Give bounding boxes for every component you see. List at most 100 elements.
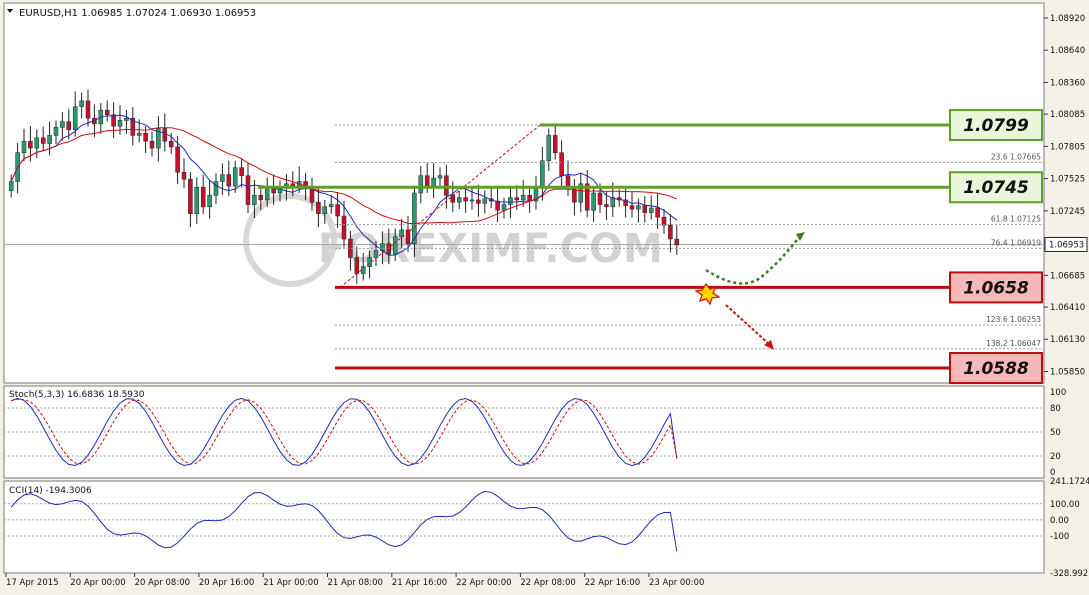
stoch-y-tick: 50 [1050, 428, 1061, 438]
cci-y-tick: 100.00 [1050, 500, 1080, 510]
candle-bull [591, 192, 596, 211]
candle-bull [53, 127, 59, 136]
stoch-y-tick: 80 [1050, 404, 1061, 414]
candle-bear [552, 135, 558, 153]
candle-bear [559, 152, 564, 176]
candle-bear [661, 216, 667, 226]
candle-bull [60, 121, 65, 128]
x-tick-label: 22 Apr 08:00 [520, 578, 575, 588]
chart-header: EURUSD,H1 1.06985 1.07024 1.06930 1.0695… [19, 8, 256, 19]
candle-bull [47, 135, 52, 144]
candle-bull [117, 120, 123, 127]
candle-bull [79, 100, 84, 107]
candle-bear [40, 137, 46, 144]
candle-bull [72, 106, 78, 130]
resistance-level-value: 1.0745 [963, 178, 1029, 198]
candle-bull [520, 195, 526, 201]
candle-bear [463, 197, 468, 202]
candle-bear [514, 197, 520, 201]
candle-bear [476, 199, 481, 204]
candle-bull [431, 177, 436, 187]
candle-bear [28, 140, 33, 149]
stoch-y-tick: 100 [1050, 388, 1066, 398]
chart-window: EURUSD,H1 1.06985 1.07024 1.06930 1.0695… [0, 0, 1089, 591]
support-level-value: 1.0588 [963, 359, 1029, 379]
candle-bear [444, 175, 449, 196]
candle-bull [469, 199, 475, 202]
current-price-label: 1.06953 [1049, 240, 1084, 250]
fib-level-label: 123.6 1.06253 [986, 315, 1041, 324]
stoch-y-tick: 20 [1050, 452, 1061, 462]
candle-bull [213, 181, 219, 196]
candle-bull [482, 198, 488, 204]
candle-bull [124, 117, 129, 121]
fib-level-label: 23.6 1.07665 [991, 152, 1041, 161]
candle-bear [424, 175, 430, 187]
cci-y-tick: -100 [1050, 532, 1069, 542]
y-tick-label: 1.06410 [1050, 303, 1085, 313]
candle-bull [648, 207, 654, 213]
cci-y-tick: 0.00 [1050, 516, 1069, 526]
y-tick-label: 1.05850 [1050, 367, 1085, 377]
candle-bear [181, 172, 187, 180]
y-tick-label: 1.07525 [1050, 175, 1085, 185]
candle-bull [501, 204, 507, 211]
candle-bull [437, 175, 443, 179]
candle-bear [188, 178, 193, 214]
candle-bull [392, 236, 398, 255]
candle-bull [207, 195, 212, 208]
candle-bull [456, 197, 462, 203]
candle-bear [642, 205, 648, 213]
candle-bear [668, 224, 673, 240]
candle-bear [450, 195, 456, 203]
candle-bull [232, 167, 238, 187]
candle-bull [373, 250, 379, 258]
candle-bull [21, 140, 27, 153]
x-tick-label: 20 Apr 16:00 [199, 578, 254, 588]
candle-bear [674, 238, 680, 246]
y-tick-label: 1.08640 [1050, 46, 1085, 56]
y-tick-label: 1.06685 [1050, 271, 1085, 281]
x-tick-label: 22 Apr 16:00 [585, 578, 640, 588]
candle-bear [655, 207, 660, 218]
y-tick-label: 1.08920 [1050, 14, 1085, 24]
candle-bull [636, 205, 641, 210]
candle-bull [540, 160, 545, 188]
candle-bear [245, 175, 251, 205]
candle-bull [546, 135, 552, 162]
cci-panel[interactable] [3, 480, 1045, 574]
candle-bull [252, 195, 257, 205]
x-tick-label: 21 Apr 16:00 [392, 578, 447, 588]
x-tick-label: 20 Apr 00:00 [70, 578, 125, 588]
candle-bear [495, 200, 500, 211]
candle-bear [597, 192, 603, 205]
y-tick-label: 1.08360 [1050, 78, 1085, 88]
candle-bear [200, 186, 206, 208]
candle-bear [162, 128, 168, 142]
cci-label: CCI(14) -194.3006 [9, 486, 92, 496]
y-tick-label: 1.08085 [1050, 110, 1085, 120]
y-tick-label: 1.07805 [1050, 142, 1085, 152]
main-panel[interactable] [3, 2, 1045, 384]
x-tick-label: 21 Apr 00:00 [263, 578, 318, 588]
cci-y-tick: 241.1724 [1050, 477, 1089, 487]
candle-bear [168, 140, 174, 148]
candle-bull [136, 132, 142, 136]
candle-bull [264, 188, 270, 201]
candle-bear [104, 109, 110, 115]
x-tick-label: 17 Apr 2015 [6, 578, 59, 588]
resistance-level-value: 1.0799 [963, 116, 1029, 136]
candle-bear [316, 201, 321, 214]
candle-bear [309, 188, 315, 203]
candle-bull [194, 186, 200, 214]
x-tick-label: 21 Apr 08:00 [328, 578, 383, 588]
y-tick-label: 1.06130 [1050, 335, 1085, 345]
cci-y-tick: -328.9921 [1050, 569, 1089, 579]
chart-svg: EURUSD,H1 1.06985 1.07024 1.06930 1.0695… [0, 0, 1089, 591]
candle-bear [85, 100, 91, 119]
candle-bull [322, 206, 328, 214]
support-level-value: 1.0658 [963, 278, 1029, 298]
candle-bull [508, 197, 513, 205]
candle-bear [66, 121, 72, 130]
candle-bear [239, 167, 244, 176]
